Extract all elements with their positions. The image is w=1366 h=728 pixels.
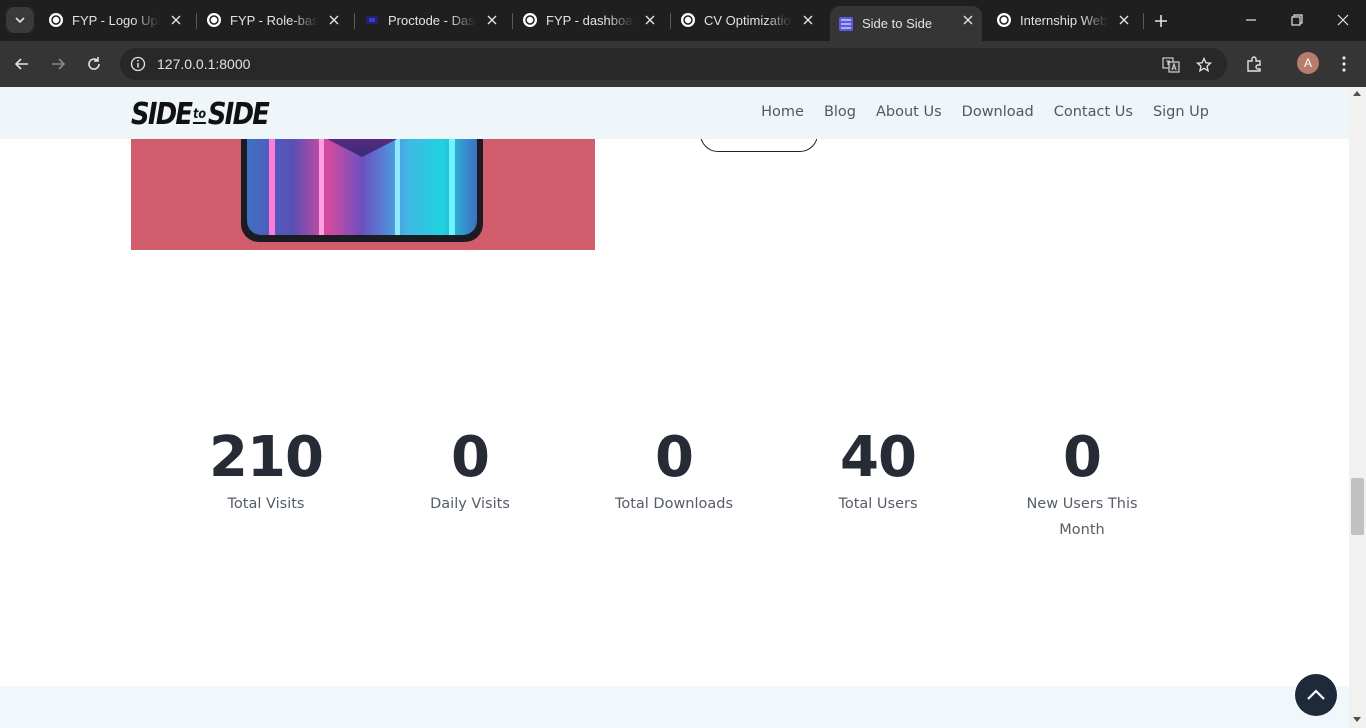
menu-kebab-icon[interactable]: [1333, 53, 1355, 75]
tab-search-button[interactable]: [6, 7, 34, 33]
stat-total-visits: 210 Total Visits: [186, 427, 346, 517]
plus-icon: [1155, 15, 1167, 27]
browser-tab[interactable]: CV Optimization: [672, 6, 822, 34]
phone-illustration: [241, 127, 483, 242]
nav-link-about-us[interactable]: About Us: [876, 104, 942, 120]
nav-link-download[interactable]: Download: [962, 104, 1034, 120]
stat-value: 210: [209, 425, 324, 490]
openai-icon: [522, 12, 538, 28]
tab-title: Internship Web I: [1020, 12, 1108, 28]
reload-button[interactable]: [80, 50, 108, 78]
page-scrollbar[interactable]: [1349, 87, 1366, 728]
tab-title: CV Optimization: [704, 12, 792, 28]
stat-label: New Users This Month: [1026, 495, 1138, 538]
stat-label: Daily Visits: [430, 495, 510, 512]
tab-separator: [354, 13, 355, 29]
tab-strip: FYP - Logo Uplo FYP - Role-base Proctode…: [0, 0, 1366, 41]
reload-icon: [88, 57, 100, 70]
chevron-down-icon: [15, 17, 25, 24]
minimize-icon: [1246, 19, 1256, 21]
scroll-down-arrow-icon[interactable]: [1353, 717, 1361, 722]
tab-title: Side to Side: [862, 16, 933, 31]
close-icon[interactable]: [168, 12, 184, 28]
browser-tab[interactable]: FYP - Logo Uplo: [40, 6, 190, 34]
bookmark-star-icon[interactable]: [1194, 55, 1214, 75]
nav-link-contact-us[interactable]: Contact Us: [1054, 104, 1133, 120]
chevron-up-icon: [1307, 689, 1325, 700]
tab-title: Proctode - Dash: [388, 12, 476, 28]
hero-phone-image: [131, 127, 595, 250]
arrow-right-icon: [52, 58, 66, 70]
forward-button[interactable]: [44, 50, 72, 78]
close-icon: [1337, 14, 1349, 26]
close-icon[interactable]: [1116, 12, 1132, 28]
nav-link-sign-up[interactable]: Sign Up: [1153, 104, 1209, 120]
address-bar[interactable]: 127.0.0.1:8000: [120, 48, 1227, 80]
extensions-icon[interactable]: [1243, 53, 1265, 75]
scroll-up-arrow-icon[interactable]: [1353, 91, 1361, 96]
openai-icon: [680, 12, 696, 28]
translate-icon[interactable]: [1161, 55, 1181, 75]
stat-new-users-this-month: 0 New Users This Month: [1012, 427, 1152, 543]
tab-title: FYP - Role-base: [230, 12, 318, 28]
site-logo[interactable]: SIDE toSIDE: [131, 97, 270, 132]
close-window-button[interactable]: [1320, 0, 1366, 40]
url-text[interactable]: 127.0.0.1:8000: [157, 56, 250, 72]
nav-menu: Home Blog About Us Download Contact Us S…: [761, 104, 1209, 120]
close-icon[interactable]: [800, 12, 816, 28]
restore-button[interactable]: [1274, 0, 1320, 40]
browser-tab[interactable]: FYP - Role-base: [198, 6, 348, 34]
footer-section: [0, 686, 1349, 728]
stat-label: Total Downloads: [614, 495, 734, 512]
openai-icon: [206, 12, 222, 28]
tab-separator: [1143, 13, 1144, 29]
openai-icon: [48, 12, 64, 28]
arrow-left-icon: [14, 58, 28, 70]
new-tab-button[interactable]: [1150, 10, 1172, 32]
profile-avatar[interactable]: A: [1297, 52, 1319, 74]
browser-toolbar: 127.0.0.1:8000 A: [0, 41, 1366, 87]
stat-total-downloads: 0 Total Downloads: [594, 427, 754, 517]
back-button[interactable]: [8, 50, 36, 78]
close-icon[interactable]: [326, 12, 342, 28]
proctode-icon: [364, 12, 380, 28]
stat-value: 0: [655, 425, 694, 490]
tab-title: FYP - Logo Uplo: [72, 12, 160, 28]
browser-tab-active[interactable]: Side to Side: [830, 6, 982, 41]
restore-icon: [1291, 14, 1303, 26]
scrollbar-thumb[interactable]: [1351, 478, 1364, 535]
stat-total-users: 40 Total Users: [798, 427, 958, 517]
tab-separator: [512, 13, 513, 29]
stat-value: 40: [840, 425, 917, 490]
tab-separator: [196, 13, 197, 29]
stat-daily-visits: 0 Daily Visits: [390, 427, 550, 517]
site-info-icon[interactable]: [128, 54, 148, 74]
side-to-side-favicon-icon: [838, 16, 854, 32]
nav-link-home[interactable]: Home: [761, 104, 804, 120]
openai-icon: [996, 12, 1012, 28]
site-navbar: SIDE toSIDE Home Blog About Us Download C…: [0, 87, 1349, 139]
close-icon[interactable]: [960, 12, 976, 28]
stat-value: 0: [451, 425, 490, 490]
page-viewport: SIDE toSIDE Home Blog About Us Download C…: [0, 87, 1349, 728]
stat-label: Total Users: [838, 495, 918, 512]
stat-label: Total Visits: [227, 495, 305, 512]
close-icon[interactable]: [484, 12, 500, 28]
nav-link-blog[interactable]: Blog: [824, 104, 856, 120]
tab-title: FYP - dashboard: [546, 12, 634, 28]
minimize-button[interactable]: [1228, 0, 1274, 40]
browser-tab[interactable]: Proctode - Dash: [356, 6, 506, 34]
back-to-top-button[interactable]: [1295, 674, 1337, 716]
close-icon[interactable]: [642, 12, 658, 28]
tab-separator: [670, 13, 671, 29]
browser-tab[interactable]: Internship Web I: [988, 6, 1138, 34]
stat-value: 0: [1063, 425, 1102, 490]
browser-tab[interactable]: FYP - dashboard: [514, 6, 664, 34]
